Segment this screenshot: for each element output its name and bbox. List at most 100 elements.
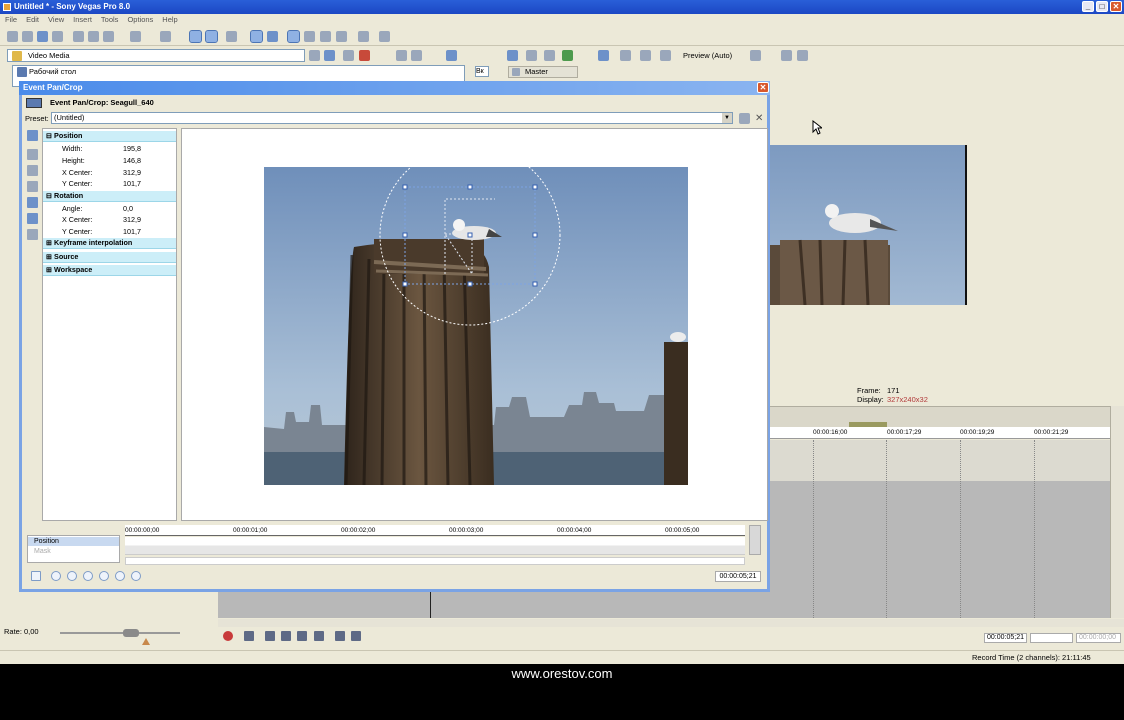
menu-edit[interactable]: Edit: [26, 14, 39, 26]
explorer-stop-icon[interactable]: [411, 50, 422, 61]
track-mask[interactable]: Mask: [28, 547, 119, 556]
menu-insert[interactable]: Insert: [73, 14, 92, 26]
menu-tools[interactable]: Tools: [101, 14, 119, 26]
mixer-downmix-icon[interactable]: [526, 50, 537, 61]
dialog-title-bar[interactable]: Event Pan/Crop ✕: [19, 81, 770, 95]
lock-aspect-icon[interactable]: [27, 213, 38, 224]
zoom-out-icon[interactable]: [27, 181, 38, 192]
cut-icon[interactable]: [73, 31, 84, 42]
split-screen-icon[interactable]: [660, 50, 671, 61]
next-keyframe-icon[interactable]: [83, 571, 93, 581]
go-to-start-icon[interactable]: [335, 631, 345, 641]
envelope-tool-icon[interactable]: [304, 31, 315, 42]
selection-start-time[interactable]: [1030, 633, 1073, 643]
show-properties-icon[interactable]: [27, 197, 38, 208]
delete-keyframe-icon[interactable]: [131, 571, 141, 581]
prop-value[interactable]: 101,7: [123, 226, 141, 237]
record-icon[interactable]: [223, 631, 233, 641]
explorer-delete-icon[interactable]: [359, 50, 370, 61]
menu-options[interactable]: Options: [127, 14, 153, 26]
preview-fx-icon[interactable]: [640, 50, 651, 61]
render-icon[interactable]: [358, 31, 369, 42]
zoom-tool-icon[interactable]: [336, 31, 347, 42]
normal-edit-tool-icon[interactable]: [287, 30, 300, 43]
delete-preset-icon[interactable]: ✕: [755, 112, 763, 125]
prop-value[interactable]: 312,9: [123, 167, 141, 178]
prop-value[interactable]: 146,8: [123, 155, 141, 166]
prop-value[interactable]: 101,7: [123, 178, 141, 189]
section-position[interactable]: ⊟ Position: [43, 131, 176, 142]
first-keyframe-icon[interactable]: [51, 571, 61, 581]
prev-keyframe-icon[interactable]: [67, 571, 77, 581]
menu-view[interactable]: View: [48, 14, 64, 26]
prop-row[interactable]: Width: 195,8: [43, 143, 176, 154]
keyframe-ruler[interactable]: 00:00:00;00 00:00:01;00 00:00:02;00 00:0…: [125, 525, 745, 536]
selection-tool-icon[interactable]: [320, 31, 331, 42]
help-icon[interactable]: [379, 31, 390, 42]
sync-cursor-icon[interactable]: [31, 571, 41, 581]
prop-row[interactable]: Angle: 0,0: [43, 203, 176, 214]
redo-icon[interactable]: [160, 31, 171, 42]
section-workspace[interactable]: ⊞ Workspace: [43, 265, 176, 276]
maximize-button[interactable]: □: [1096, 1, 1108, 12]
stop-icon[interactable]: [314, 631, 324, 641]
zoom-edit-icon[interactable]: [27, 149, 38, 160]
explorer-refresh-icon[interactable]: [324, 50, 335, 61]
prop-row[interactable]: Height: 146,8: [43, 155, 176, 166]
play-icon[interactable]: [281, 631, 291, 641]
chevron-down-icon[interactable]: ▼: [722, 113, 732, 123]
auto-ripple-icon[interactable]: [189, 30, 202, 43]
add-keyframe-icon[interactable]: [115, 571, 125, 581]
prop-value[interactable]: 0,0: [123, 203, 133, 214]
mixer-insert-bus-icon[interactable]: [562, 50, 573, 61]
properties-icon[interactable]: [52, 31, 63, 42]
crop-overlay[interactable]: [182, 129, 768, 521]
pan-crop-workspace[interactable]: [181, 128, 768, 521]
timeline-hscroll[interactable]: [218, 619, 1124, 627]
section-rotation[interactable]: ⊟ Rotation: [43, 191, 176, 202]
normal-edit-icon[interactable]: [27, 130, 38, 141]
keyframe-hscroll[interactable]: [125, 557, 745, 565]
rate-slider[interactable]: [60, 632, 180, 634]
prop-row[interactable]: X Center: 312,9: [43, 167, 176, 178]
explorer-new-folder-icon[interactable]: [343, 50, 354, 61]
new-icon[interactable]: [7, 31, 18, 42]
minimize-button[interactable]: _: [1082, 1, 1094, 12]
snap-icon[interactable]: [250, 30, 263, 43]
explorer-path[interactable]: Video Media: [7, 49, 305, 62]
menu-file[interactable]: File: [5, 14, 17, 26]
preview-props-icon[interactable]: [598, 50, 609, 61]
crop-handles[interactable]: [402, 184, 538, 287]
kf-vscroll[interactable]: [749, 525, 761, 555]
save-icon[interactable]: [37, 31, 48, 42]
playhead[interactable]: [430, 592, 431, 618]
keyframe-lane[interactable]: [125, 537, 745, 555]
play-from-start-icon[interactable]: [265, 631, 275, 641]
section-source[interactable]: ⊞ Source: [43, 252, 176, 263]
explorer-play-icon[interactable]: [396, 50, 407, 61]
prop-value[interactable]: 312,9: [123, 214, 141, 225]
preset-dropdown[interactable]: (Untitled) ▼: [51, 112, 733, 124]
move-freely-icon[interactable]: [27, 229, 38, 240]
open-icon[interactable]: [22, 31, 33, 42]
cursor-time[interactable]: 00:00:05;21: [984, 633, 1027, 643]
timeline-vscroll[interactable]: [1110, 406, 1124, 618]
save-snapshot-icon[interactable]: [797, 50, 808, 61]
tree-item-desktop[interactable]: Рабочий стол: [29, 67, 76, 76]
section-keyframe-interpolation[interactable]: ⊞ Keyframe interpolation: [43, 238, 176, 249]
close-button[interactable]: ✕: [1110, 1, 1122, 12]
go-to-end-icon[interactable]: [351, 631, 361, 641]
prop-value[interactable]: 195,8: [123, 143, 141, 154]
empty-track-area[interactable]: [770, 481, 1110, 618]
pause-icon[interactable]: [297, 631, 307, 641]
zoom-in-icon[interactable]: [27, 165, 38, 176]
lower-track[interactable]: [218, 592, 770, 618]
explorer-list-item[interactable]: Вк: [475, 66, 489, 77]
paste-icon[interactable]: [103, 31, 114, 42]
preview-quality-dropdown[interactable]: Preview (Auto): [683, 50, 732, 61]
menu-help[interactable]: Help: [162, 14, 177, 26]
timeline-ruler[interactable]: 00:00:16;00 00:00:17;29 00:00:19;29 00:0…: [770, 427, 1110, 439]
crossfade-icon[interactable]: [205, 30, 218, 43]
loop-icon[interactable]: [244, 631, 254, 641]
mixer-props-icon[interactable]: [507, 50, 518, 61]
